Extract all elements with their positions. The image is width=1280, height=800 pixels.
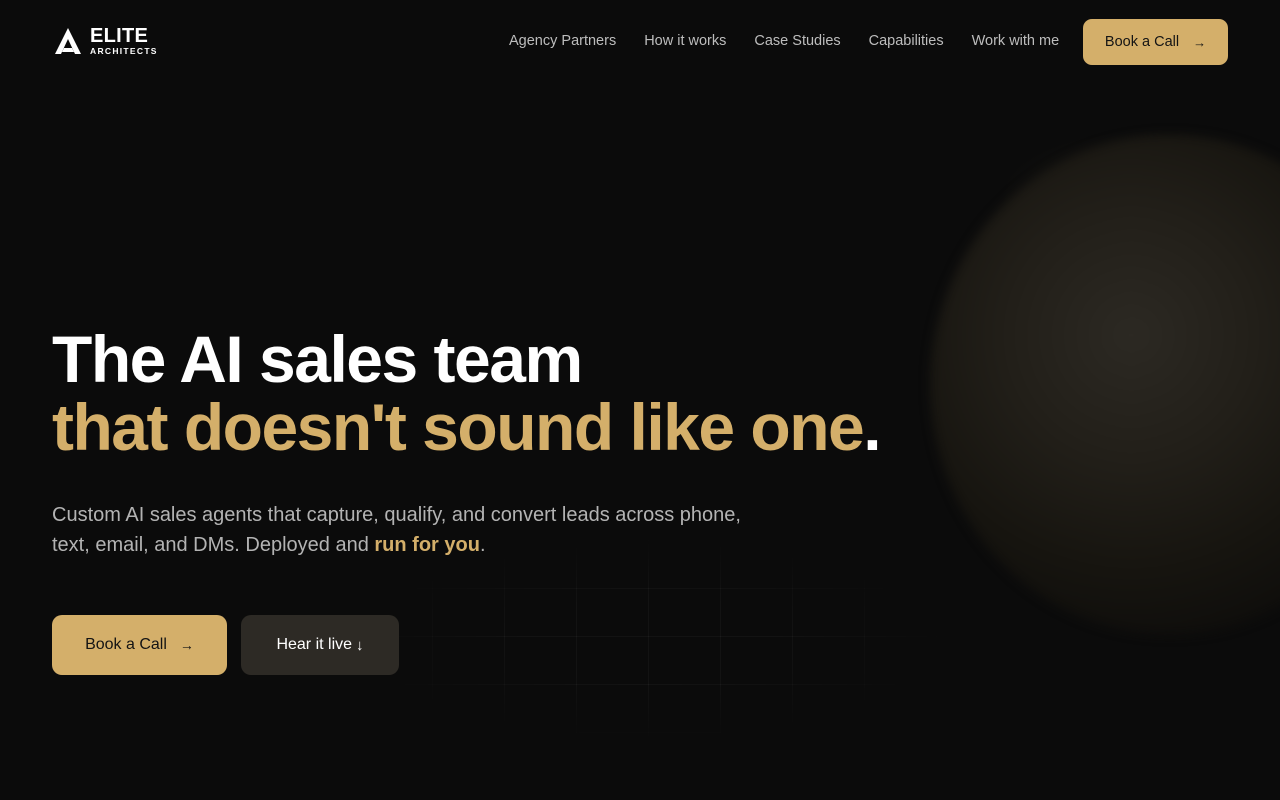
nav-work-with-me[interactable]: Work with me	[972, 32, 1060, 50]
hero-title-period: .	[863, 390, 881, 464]
hero-book-call-label: Book a Call	[85, 636, 167, 653]
nav-capabilities[interactable]: Capabilities	[869, 32, 944, 50]
brand-logo[interactable]: ELITE ARCHITECTS	[55, 26, 175, 56]
hero-subtitle-highlight: run for you	[374, 534, 480, 556]
hear-it-live-label: Hear it live	[276, 636, 353, 653]
background-grid	[360, 540, 940, 740]
hero-subtitle: Custom AI sales agents that capture, qua…	[52, 500, 752, 560]
nav-case-studies[interactable]: Case Studies	[754, 32, 840, 50]
arrow-right-icon: →	[179, 637, 194, 653]
header-book-call-button[interactable]: Book a Call →	[1083, 19, 1228, 65]
hero-subtitle-end: .	[479, 534, 486, 556]
triangle-a-logo-icon	[55, 28, 81, 54]
hero-title-line2: that doesn't sound like one	[52, 390, 865, 464]
hero-book-call-button[interactable]: Book a Call →	[52, 615, 227, 675]
hear-it-live-button[interactable]: Hear it live ↓	[241, 615, 399, 675]
arrow-right-icon: →	[1193, 34, 1207, 50]
arrow-down-icon: ↓	[356, 636, 364, 654]
hero-title-line1: The AI sales team	[52, 322, 583, 396]
hero-title-line2-wrapper: that doesn't sound like one.	[52, 390, 882, 464]
nav-how-it-works[interactable]: How it works	[644, 32, 726, 50]
brand-wordmark: ELITE ARCHITECTS	[89, 26, 158, 56]
hero-title: The AI sales team that doesn't sound lik…	[52, 322, 882, 464]
nav-agency-partners[interactable]: Agency Partners	[509, 32, 616, 50]
header-book-call-label: Book a Call	[1104, 34, 1180, 50]
landing-page: ELITE ARCHITECTS Agency Partners How it …	[0, 0, 1280, 800]
decorative-orb	[930, 135, 1280, 635]
main-navigation: Agency Partners How it works Case Studie…	[509, 32, 1059, 50]
brand-name-primary: ELITE	[90, 25, 149, 48]
brand-name-secondary: ARCHITECTS	[90, 46, 158, 57]
